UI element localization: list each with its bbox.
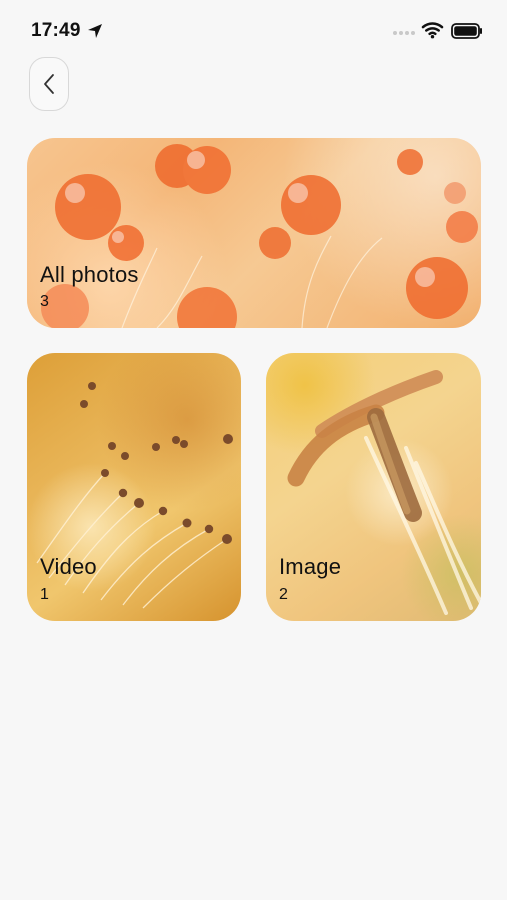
location-arrow-icon: [88, 24, 102, 38]
album-cover-image: [266, 353, 481, 621]
album-label: Image: [279, 554, 342, 579]
album-cover-image: [27, 353, 241, 621]
signal-dots-icon: [393, 31, 415, 35]
album-card-all-photos[interactable]: All photos 3: [27, 138, 481, 328]
album-card-image[interactable]: Image 2: [266, 353, 481, 621]
album-cover-illustration: [287, 370, 481, 615]
battery-icon: [451, 23, 482, 39]
back-button[interactable]: [29, 57, 69, 111]
album-count: 3: [40, 293, 49, 310]
album-card-video[interactable]: Video 1: [27, 353, 241, 621]
status-bar: 17:49: [0, 0, 507, 66]
chevron-left-icon: [44, 74, 54, 94]
album-count: 2: [279, 586, 288, 603]
album-count: 1: [40, 586, 49, 603]
wifi-icon: [421, 22, 444, 39]
album-cover-illustration: [41, 144, 478, 328]
album-label: All photos: [40, 262, 139, 287]
album-cover-illustration: [36, 382, 233, 609]
status-time: 17:49: [31, 20, 81, 41]
album-label: Video: [40, 554, 97, 579]
album-cover-image: [27, 138, 481, 328]
